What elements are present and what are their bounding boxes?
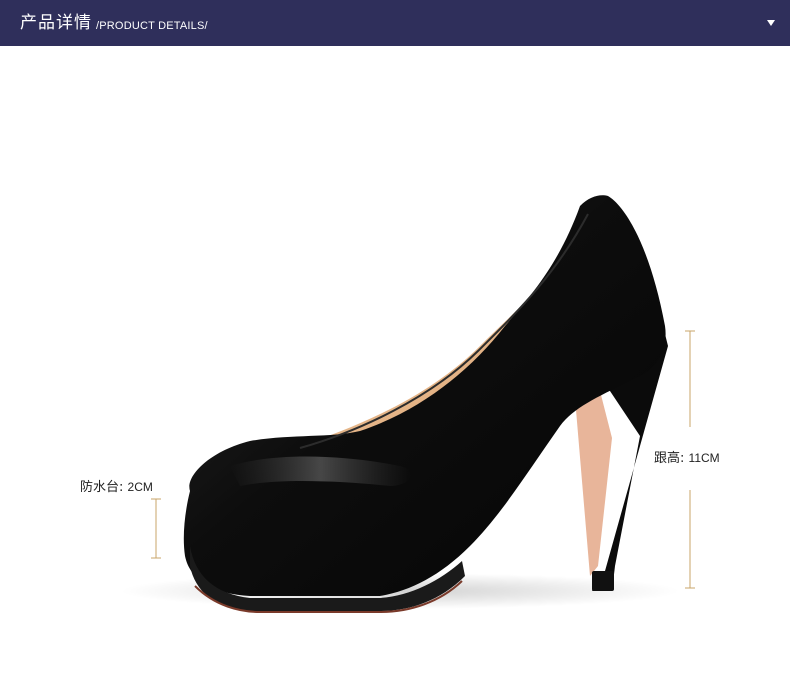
caret-down-icon[interactable]	[764, 16, 778, 30]
product-image-area: 防水台: 2CM 跟高: 11CM	[0, 46, 790, 696]
header-title-en: /PRODUCT DETAILS/	[96, 20, 208, 32]
platform-height-label: 防水台: 2CM	[80, 476, 153, 495]
heel-dimension-line-top	[685, 330, 695, 427]
platform-dimension-line	[151, 498, 161, 559]
platform-label-text: 防水台:	[80, 480, 124, 495]
heel-height-label: 跟高: 11CM	[654, 447, 720, 466]
section-header: 产品详情 /PRODUCT DETAILS/	[0, 0, 790, 46]
platform-value: 2CM	[127, 480, 153, 494]
heel-dimension-line-bottom	[685, 490, 695, 589]
shoe-image	[120, 195, 680, 613]
heel-label-text: 跟高:	[654, 451, 685, 466]
heel-value: 11CM	[688, 451, 720, 465]
header-title-cn: 产品详情	[20, 13, 92, 33]
